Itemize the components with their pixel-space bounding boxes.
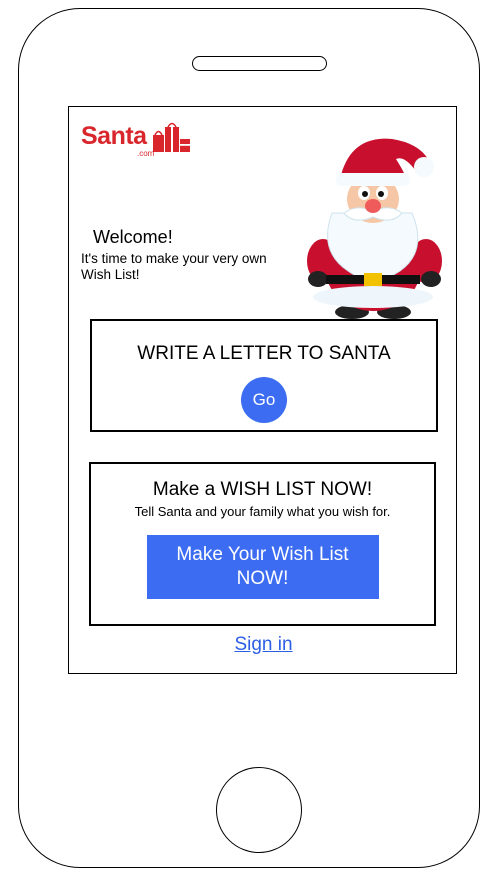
- app-screen: Santa .com Welcome! It's time to make yo…: [68, 106, 457, 674]
- letter-card-title: WRITE A LETTER TO SANTA: [137, 343, 391, 364]
- wish-card-subtitle: Tell Santa and your family what you wish…: [134, 504, 391, 519]
- santa-logo[interactable]: Santa .com: [81, 117, 191, 158]
- welcome-message: It's time to make your very own Wish Lis…: [81, 251, 267, 282]
- santa-illustration: [307, 138, 442, 319]
- wish-button-line1: Make Your Wish List: [176, 544, 349, 565]
- gift-bag-icon: [153, 122, 190, 152]
- make-wish-list-button[interactable]: Make Your Wish List NOW!: [146, 535, 379, 599]
- logo-wordmark: Santa: [81, 122, 147, 150]
- wish-list-card: Make a WISH LIST NOW! Tell Santa and you…: [89, 462, 436, 626]
- home-button[interactable]: [216, 767, 302, 853]
- phone-speaker: [192, 56, 327, 71]
- welcome-heading: Welcome!: [93, 227, 173, 247]
- letter-card: WRITE A LETTER TO SANTA Go: [90, 319, 438, 432]
- wish-card-title: Make a WISH LIST NOW!: [152, 479, 373, 500]
- wish-button-line2: NOW!: [236, 568, 289, 589]
- go-button[interactable]: Go: [241, 377, 287, 423]
- sign-in-link[interactable]: Sign in: [69, 634, 456, 656]
